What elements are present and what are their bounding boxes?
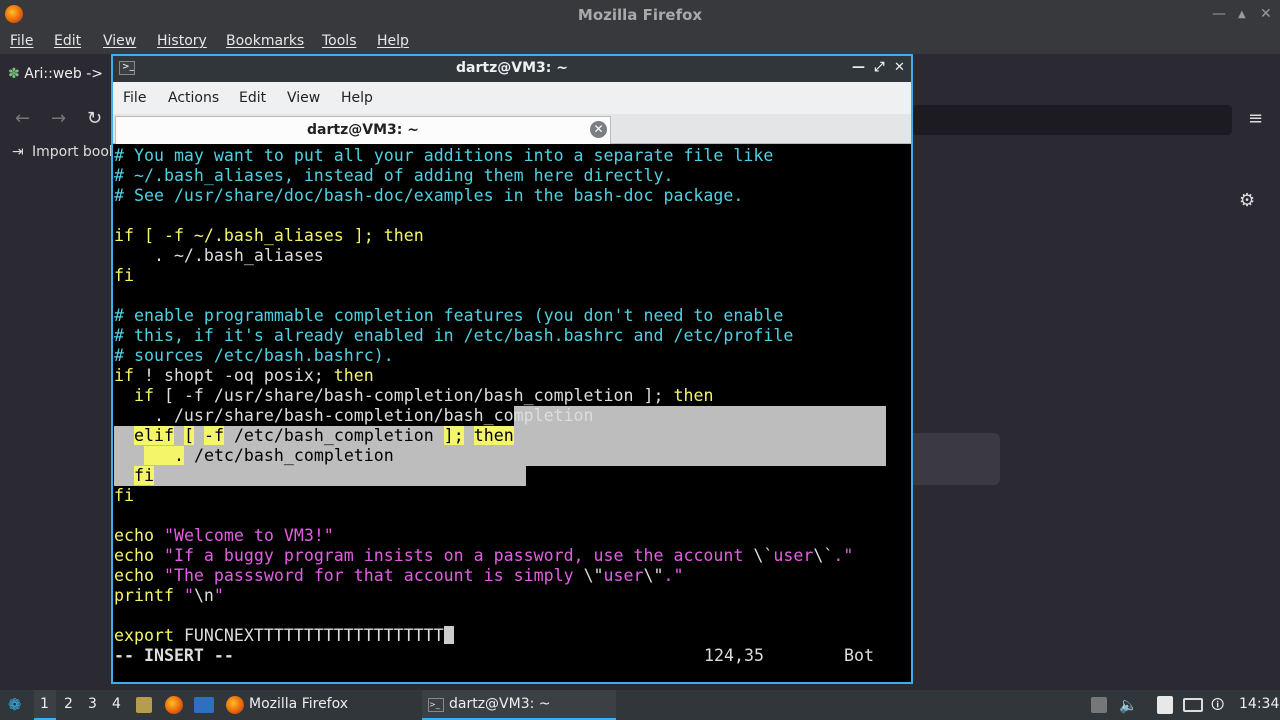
- notifications-icon[interactable]: 🛈: [1211, 696, 1224, 718]
- code-line: # this, if it's already enabled in /etc/…: [114, 326, 794, 345]
- application-launcher-icon[interactable]: ❁: [8, 695, 21, 714]
- task-firefox[interactable]: Mozilla Firefox: [222, 690, 416, 720]
- code-line: . /etc/bash_completion: [144, 446, 394, 465]
- desktop-2[interactable]: 2: [64, 696, 73, 712]
- menu-file[interactable]: File: [10, 33, 33, 49]
- terminal-window: >_ dartz@VM3: ~ — ⤢ ✕ File Actions Edit …: [111, 54, 913, 684]
- menu-tools[interactable]: Tools: [322, 33, 357, 49]
- code-line: # sources /etc/bash.bashrc).: [114, 346, 394, 365]
- firefox-task-icon: [226, 696, 244, 714]
- import-bookmarks-link[interactable]: Import book: [32, 144, 117, 160]
- firefox-tab[interactable]: ✽ Ari::web ->: [8, 66, 103, 82]
- firefox-tab-label: Ari::web ->: [24, 66, 104, 82]
- code-line: echo "The passsword for that account is …: [114, 566, 684, 585]
- firefox-window-title: Mozilla Firefox: [577, 6, 703, 24]
- code-line: # enable programmable completion feature…: [114, 306, 784, 325]
- import-bookmarks-icon: ⇥: [12, 144, 24, 160]
- reload-icon[interactable]: ↻: [87, 108, 102, 129]
- text-cursor: [443, 626, 454, 644]
- code-line: fi: [134, 466, 154, 485]
- visual-selection: [114, 466, 526, 486]
- terminal-window-title: dartz@VM3: ~: [456, 60, 568, 76]
- close-icon[interactable]: ✕: [1260, 6, 1272, 22]
- tab-favicon-icon: ✽: [8, 66, 20, 82]
- desktop-3[interactable]: 3: [88, 696, 97, 712]
- vim-mode-indicator: -- INSERT --: [114, 646, 234, 665]
- terminal-menu-edit[interactable]: Edit: [239, 90, 266, 106]
- taskbar: ❁ 1 2 3 4 Mozilla Firefox >_ dartz@VM3: …: [0, 690, 1280, 720]
- desktop-4[interactable]: 4: [112, 696, 121, 712]
- minimize-icon[interactable]: —: [852, 60, 865, 75]
- vim-cursor-position: 124,35: [704, 646, 764, 665]
- code-line: if [ -f ~/.bash_aliases ]; then: [114, 226, 424, 245]
- task-terminal[interactable]: >_ dartz@VM3: ~: [422, 690, 616, 720]
- code-line: fi: [114, 266, 134, 285]
- code-line: printf "\n": [114, 586, 224, 605]
- volume-icon[interactable]: 🔈: [1119, 696, 1138, 714]
- vim-scroll-position: Bot: [844, 646, 874, 665]
- code-line: # See /usr/share/doc/bash-doc/examples i…: [114, 186, 744, 205]
- firefox-launcher-icon[interactable]: [165, 696, 183, 714]
- code-line: elif [ -f /etc/bash_completion ]; then: [134, 426, 514, 445]
- terminal-menubar: File Actions Edit View Help: [113, 82, 911, 114]
- terminal-task-icon: >_: [428, 698, 444, 712]
- menu-bookmarks[interactable]: Bookmarks: [226, 33, 304, 49]
- terminal-menu-file[interactable]: File: [123, 90, 146, 106]
- code-line: if [ -f /usr/share/bash-completion/bash_…: [114, 386, 714, 405]
- maximize-icon[interactable]: ⤢: [874, 60, 884, 75]
- task-label: Mozilla Firefox: [249, 696, 349, 712]
- code-line: # ~/.bash_aliases, instead of adding the…: [114, 166, 674, 185]
- terminal-tab[interactable]: dartz@VM3: ~ ✕: [115, 116, 611, 144]
- menu-edit[interactable]: Edit: [54, 33, 81, 49]
- terminal-menu-view[interactable]: View: [287, 90, 320, 106]
- firefox-menubar: File Edit View History Bookmarks Tools H…: [0, 30, 1280, 54]
- show-desktop-icon[interactable]: [194, 697, 214, 713]
- menu-history[interactable]: History: [157, 33, 207, 49]
- newtab-card[interactable]: [905, 433, 1000, 485]
- code-line: echo "Welcome to VM3!": [114, 526, 334, 545]
- task-label: dartz@VM3: ~: [449, 696, 551, 712]
- code-line: . /usr/share/bash-completion/bash_comple…: [114, 406, 594, 425]
- code-line: # You may want to put all your additions…: [114, 146, 774, 165]
- code-line: export FUNCNEXTTTTTTTTTTTTTTTTTTT: [114, 626, 454, 646]
- terminal-menu-help[interactable]: Help: [341, 90, 373, 106]
- firefox-titlebar: Mozilla Firefox — ▲ ✕: [0, 0, 1280, 30]
- close-icon[interactable]: ✕: [894, 60, 905, 75]
- code-line: fi: [114, 486, 134, 505]
- url-bar[interactable]: [912, 105, 1232, 135]
- terminal-titlebar: >_ dartz@VM3: ~ — ⤢ ✕: [113, 56, 911, 82]
- desktop-1[interactable]: 1: [34, 690, 56, 720]
- terminal-tabbar: dartz@VM3: ~ ✕: [113, 114, 911, 144]
- back-icon[interactable]: ←: [15, 108, 30, 129]
- close-tab-icon[interactable]: ✕: [590, 121, 607, 138]
- menu-view[interactable]: View: [103, 33, 136, 49]
- tray-expand-icon[interactable]: [1091, 697, 1107, 713]
- terminal-menu-actions[interactable]: Actions: [168, 90, 219, 106]
- hamburger-menu-icon[interactable]: ≡: [1248, 108, 1263, 129]
- code-line: . ~/.bash_aliases: [114, 246, 324, 265]
- settings-gear-icon[interactable]: ⚙: [1239, 190, 1255, 211]
- forward-icon[interactable]: →: [51, 108, 66, 129]
- minimize-icon[interactable]: —: [1212, 6, 1226, 22]
- clock[interactable]: 14:34: [1239, 696, 1279, 712]
- code-line: echo "If a buggy program insists on a pa…: [114, 546, 854, 565]
- menu-help[interactable]: Help: [377, 33, 409, 49]
- network-icon[interactable]: [1183, 698, 1203, 712]
- terminal-tab-title: dartz@VM3: ~: [307, 122, 419, 138]
- clipboard-icon[interactable]: [1157, 696, 1173, 714]
- vim-editor[interactable]: # You may want to put all your additions…: [114, 146, 910, 682]
- maximize-icon[interactable]: ▲: [1238, 9, 1246, 20]
- code-line: if ! shopt -oq posix; then: [114, 366, 374, 385]
- file-manager-icon[interactable]: [136, 697, 152, 713]
